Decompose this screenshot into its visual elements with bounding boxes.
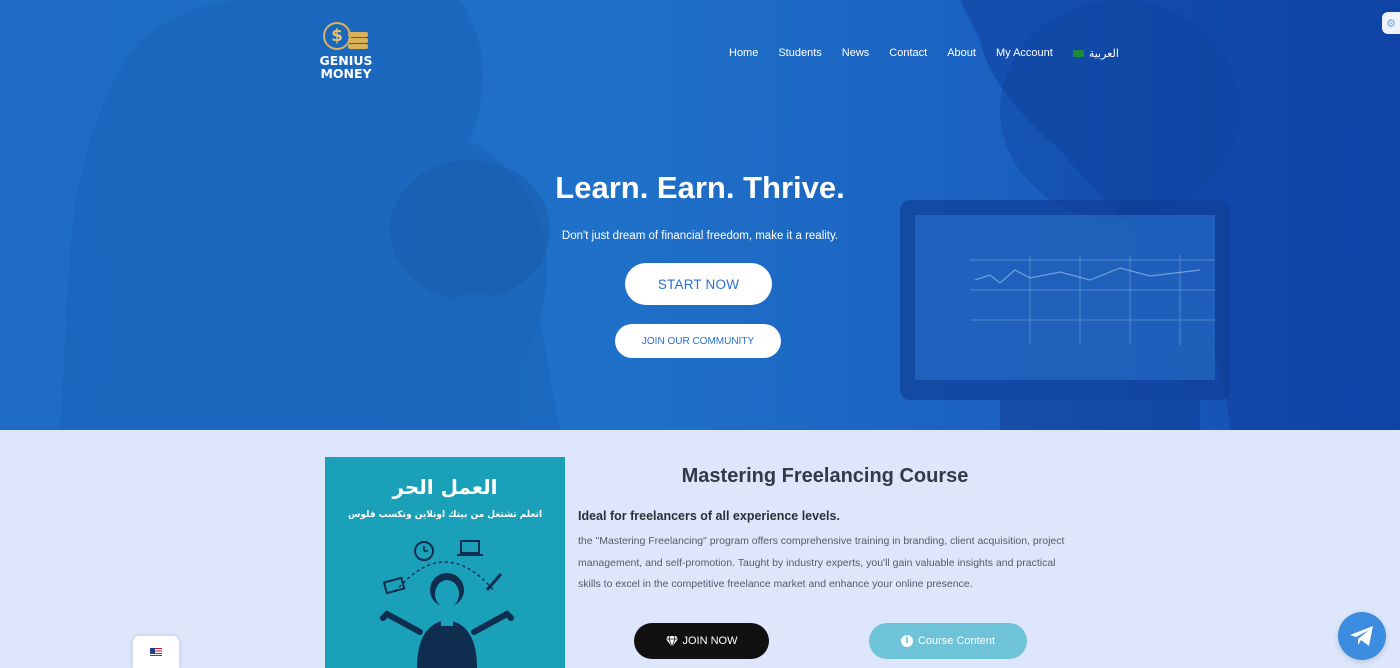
nav-contact[interactable]: Contact — [889, 46, 927, 60]
course-cover-subtitle: اتعلم تشتغل من بيتك اونلاين وتكسب فلوس — [347, 510, 543, 520]
nav-news[interactable]: News — [842, 46, 870, 60]
telegram-icon — [1350, 626, 1373, 646]
logo-wordmark: GENIUS MONEY — [319, 53, 373, 81]
coin-icon: $ — [323, 22, 351, 50]
diamond-icon — [665, 635, 678, 647]
start-now-button[interactable]: START NOW — [625, 263, 772, 305]
main-nav: Home Students News Contact About My Acco… — [729, 46, 1119, 60]
genius-money-logo[interactable]: $ GENIUS MONEY — [314, 20, 378, 84]
nav-students[interactable]: Students — [778, 46, 821, 60]
freelancer-illustration — [380, 540, 514, 668]
course-content-button[interactable]: i Course Content — [869, 623, 1027, 659]
hero-title: Learn. Earn. Thrive. — [555, 170, 845, 205]
nav-my-account[interactable]: My Account — [996, 46, 1053, 60]
nav-about[interactable]: About — [947, 46, 976, 60]
hero-section: $ GENIUS MONEY Home Students News Contac… — [0, 0, 1400, 430]
course-cover-title: العمل الحر — [392, 475, 498, 499]
nav-home[interactable]: Home — [729, 46, 758, 60]
join-now-label: JOIN NOW — [682, 635, 738, 647]
join-now-button[interactable]: JOIN NOW — [634, 623, 769, 659]
language-selector-widget[interactable] — [133, 636, 179, 668]
saudi-flag-icon — [1072, 49, 1084, 57]
nav-language-switch[interactable]: العربية — [1072, 46, 1119, 60]
course-description: the "Mastering Freelancing" program offe… — [578, 535, 1065, 590]
hero-background-photo — [60, 0, 1400, 430]
course-content-label: Course Content — [917, 635, 996, 647]
us-flag-icon — [150, 648, 162, 656]
coin-stack-icon — [348, 30, 368, 50]
course-lead: Ideal for freelancers of all experience … — [578, 509, 840, 523]
course-title: Mastering Freelancing Course — [681, 465, 969, 487]
info-icon: i — [900, 635, 913, 647]
course-cover-image: العمل الحر اتعلم تشتغل من بيتك اونلاين و… — [325, 457, 565, 668]
telegram-chat-button[interactable] — [1338, 612, 1386, 660]
hero-subtitle: Don't just dream of financial freedom, m… — [561, 230, 839, 242]
join-community-button[interactable]: JOIN OUR COMMUNITY — [615, 324, 781, 358]
settings-gear-icon[interactable]: ⚙ — [1382, 12, 1400, 34]
language-label: العربية — [1088, 47, 1119, 60]
